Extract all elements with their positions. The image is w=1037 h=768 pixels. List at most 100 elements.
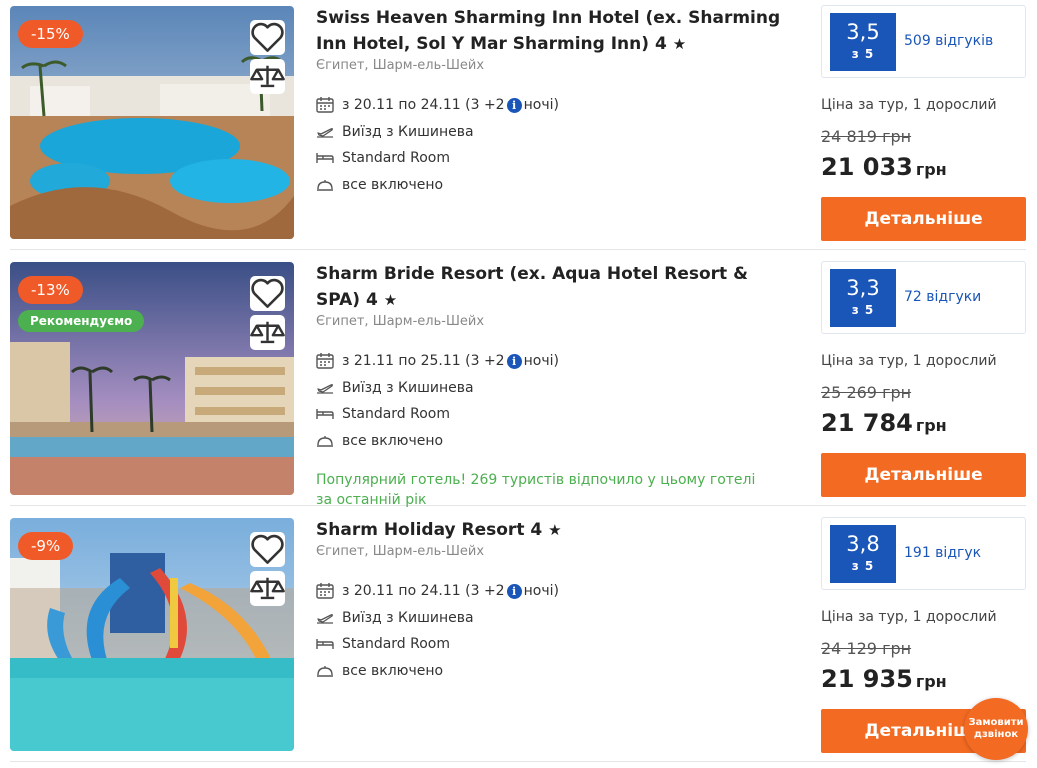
meal-plan-text: все включено	[342, 176, 444, 193]
hotel-card: -13% Рекомендуємо Sharm Bride Resort (ex…	[10, 261, 1026, 508]
reviews-link[interactable]: 509 відгуків	[904, 33, 993, 49]
hotel-info: Sharm Bride Resort (ex. Aqua Hotel Resor…	[316, 261, 796, 510]
hotel-location: Єгипет, Шарм-ель-Шейх	[316, 314, 485, 329]
rating-box: 3,8 з 5 191 відгук	[821, 517, 1026, 590]
bed-icon	[316, 409, 334, 420]
calendar-icon	[316, 97, 334, 113]
rating-box: 3,3 з 5 72 відгуки	[821, 261, 1026, 334]
new-price: 21 033 грн	[821, 152, 1026, 185]
hotel-location: Єгипет, Шарм-ель-Шейх	[316, 544, 485, 559]
currency: грн	[915, 416, 947, 435]
meal-plan: все включено	[316, 658, 796, 685]
discount-badge: -9%	[18, 532, 74, 560]
price-column: 3,5 з 5 509 відгуків Ціна за тур, 1 доро…	[821, 5, 1026, 241]
rating-box: 3,5 з 5 509 відгуків	[821, 5, 1026, 78]
callback-button[interactable]: Замовити дзвінок	[964, 698, 1028, 760]
compare-button[interactable]	[250, 59, 285, 94]
departure: Виїзд з Кишинева	[316, 119, 796, 146]
heart-icon	[251, 534, 284, 564]
room-type: Standard Room	[316, 401, 796, 428]
scales-icon	[250, 577, 285, 600]
hotel-card: -9% Sharm Holiday Resort 4 ★ Єгипет, Шар…	[10, 517, 1026, 762]
calendar-icon	[316, 353, 334, 369]
room-type-text: Standard Room	[342, 636, 451, 653]
tour-dates: з 20.11 по 24.11 (3 +2 i ночі)	[316, 92, 796, 119]
rating-score: 3,5 з 5	[830, 13, 896, 71]
details-button[interactable]: Детальніше	[821, 453, 1026, 497]
hotel-name-link[interactable]: Sharm Holiday Resort 4 ★	[316, 517, 796, 543]
rating-scale: з 5	[851, 303, 875, 317]
reviews-link[interactable]: 191 відгук	[904, 545, 981, 561]
price-label: Ціна за тур, 1 дорослий	[821, 609, 997, 625]
hotel-photo[interactable]: -9%	[10, 518, 294, 751]
room-type-text: Standard Room	[342, 406, 451, 423]
discount-badge: -15%	[18, 20, 83, 48]
tour-facts: з 20.11 по 24.11 (3 +2 i ночі) Виїзд з К…	[316, 578, 796, 684]
cloche-icon	[317, 435, 333, 447]
new-price-value: 21 784	[821, 409, 913, 437]
airplane-icon	[317, 613, 333, 624]
rating-scale: з 5	[851, 559, 875, 573]
heart-icon	[251, 22, 284, 52]
rating-value: 3,8	[846, 532, 880, 556]
departure: Виїзд з Кишинева	[316, 375, 796, 402]
hotel-info: Swiss Heaven Sharming Inn Hotel (ex. Sha…	[316, 5, 796, 198]
hotel-name: Sharm Holiday Resort 4	[316, 520, 543, 540]
info-icon[interactable]: i	[506, 353, 522, 369]
scales-icon	[250, 321, 285, 344]
tour-facts: з 21.11 по 25.11 (3 +2 i ночі) Виїзд з К…	[316, 348, 796, 454]
airplane-icon	[317, 127, 333, 138]
new-price-value: 21 033	[821, 153, 913, 181]
recommended-badge: Рекомендуємо	[18, 310, 145, 332]
star-icon: ★	[548, 521, 562, 539]
new-price: 21 784 грн	[821, 408, 1026, 441]
tour-nights-text: ночі)	[523, 353, 559, 370]
hotel-photo[interactable]: -15%	[10, 6, 294, 239]
currency: грн	[915, 672, 947, 691]
discount-badge: -13%	[18, 276, 83, 304]
rating-score: 3,3 з 5	[830, 269, 896, 327]
hotel-info: Sharm Holiday Resort 4 ★ Єгипет, Шарм-ел…	[316, 517, 796, 684]
tour-dates: з 20.11 по 24.11 (3 +2 i ночі)	[316, 578, 796, 605]
info-icon[interactable]: i	[506, 97, 522, 113]
departure-text: Виїзд з Кишинева	[342, 379, 474, 396]
compare-button[interactable]	[250, 571, 285, 606]
star-icon: ★	[383, 291, 398, 309]
rating-scale: з 5	[851, 47, 875, 61]
departure-text: Виїзд з Кишинева	[342, 123, 474, 140]
tour-dates-text: з 20.11 по 24.11 (3 +2	[342, 97, 505, 114]
hotel-location: Єгипет, Шарм-ель-Шейх	[316, 58, 485, 73]
calendar-icon	[316, 583, 334, 599]
bed-icon	[316, 153, 334, 164]
reviews-link[interactable]: 72 відгуки	[904, 289, 981, 305]
price-label: Ціна за тур, 1 дорослий	[821, 97, 997, 113]
heart-icon	[251, 278, 284, 308]
old-price: 24 129 грн	[821, 639, 912, 658]
hotel-name-link[interactable]: Swiss Heaven Sharming Inn Hotel (ex. Sha…	[316, 5, 796, 57]
meal-plan: все включено	[316, 172, 796, 199]
tour-dates-text: з 21.11 по 25.11 (3 +2	[342, 353, 505, 370]
departure: Виїзд з Кишинева	[316, 605, 796, 632]
favorite-button[interactable]	[250, 532, 285, 567]
hotel-photo[interactable]: -13% Рекомендуємо	[10, 262, 294, 495]
hotel-name: Swiss Heaven Sharming Inn Hotel (ex. Sha…	[316, 8, 781, 54]
price-label: Ціна за тур, 1 дорослий	[821, 353, 997, 369]
compare-button[interactable]	[250, 315, 285, 350]
hotel-name: Sharm Bride Resort (ex. Aqua Hotel Resor…	[316, 264, 748, 310]
bed-icon	[316, 639, 334, 650]
favorite-button[interactable]	[250, 20, 285, 55]
price-column: 3,3 з 5 72 відгуки Ціна за тур, 1 доросл…	[821, 261, 1026, 497]
details-button[interactable]: Детальніше	[821, 197, 1026, 241]
info-icon[interactable]: i	[506, 583, 522, 599]
favorite-button[interactable]	[250, 276, 285, 311]
meal-plan: все включено	[316, 428, 796, 455]
tour-dates: з 21.11 по 25.11 (3 +2 i ночі)	[316, 348, 796, 375]
scales-icon	[250, 65, 285, 88]
room-type-text: Standard Room	[342, 150, 451, 167]
new-price: 21 935 грн	[821, 664, 1026, 697]
hotel-name-link[interactable]: Sharm Bride Resort (ex. Aqua Hotel Resor…	[316, 261, 796, 313]
old-price: 24 819 грн	[821, 127, 912, 146]
cloche-icon	[317, 665, 333, 677]
hotel-card: -15% Swiss Heaven Sharming Inn Hotel (ex…	[10, 5, 1026, 250]
popular-note: Популярний готель! 269 туристів відпочил…	[316, 472, 756, 508]
